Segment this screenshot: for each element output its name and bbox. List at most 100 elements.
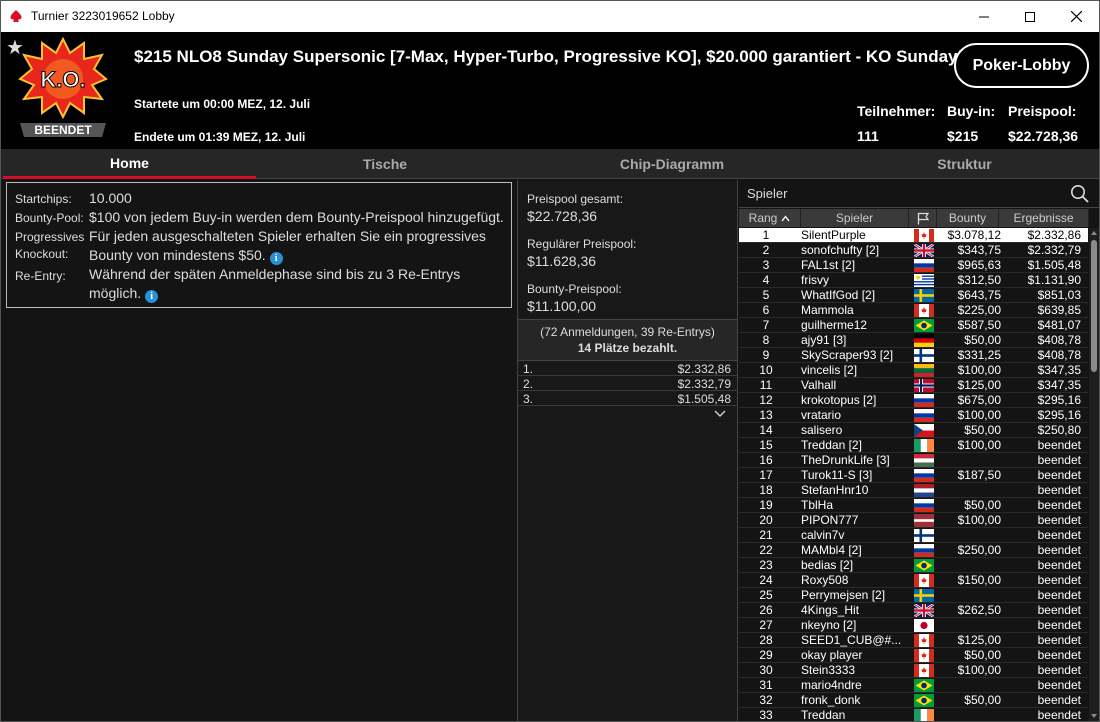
minimize-button[interactable]: [961, 1, 1007, 32]
country-flag-icon: [914, 694, 934, 707]
player-row[interactable]: 17 Turok11-S [3] $187,50 beendet: [739, 468, 1088, 483]
info-icon[interactable]: i: [145, 290, 159, 303]
prize-label-regular: Regulärer Preispool:: [527, 237, 637, 251]
player-result: beendet: [1037, 543, 1081, 557]
scroll-down-arrow-icon[interactable]: [1090, 713, 1098, 719]
player-row[interactable]: 1 SilentPurple $3.078,12 $2.332,86: [739, 228, 1088, 243]
country-flag-icon: [914, 379, 934, 392]
player-row[interactable]: 5 WhatIfGod [2] $643,75 $851,03: [739, 288, 1088, 303]
tab-structure[interactable]: Struktur: [830, 149, 1099, 179]
player-row[interactable]: 29 okay player $50,00 beendet: [739, 648, 1088, 663]
player-row[interactable]: 12 krokotopus [2] $675,00 $295,16: [739, 393, 1088, 408]
player-row[interactable]: 7 guilherme12 $587,50 $481,07: [739, 318, 1088, 333]
player-row[interactable]: 9 SkyScraper93 [2] $331,25 $408,78: [739, 348, 1088, 363]
country-flag-icon: [914, 679, 934, 692]
player-name: guilherme12: [801, 318, 868, 332]
expand-payouts-chevron-icon[interactable]: [712, 409, 728, 419]
search-icon[interactable]: [1070, 184, 1089, 203]
sort-ascending-icon: [781, 214, 790, 221]
player-row[interactable]: 18 StefanHnr10 beendet: [739, 483, 1088, 498]
close-button[interactable]: [1053, 1, 1099, 32]
country-flag-icon: [914, 394, 934, 407]
player-row[interactable]: 15 Treddan [2] $100,00 beendet: [739, 438, 1088, 453]
player-bounty: $965,63: [957, 258, 1001, 272]
player-row[interactable]: 20 PIPON777 $100,00 beendet: [739, 513, 1088, 528]
ko-logo: K.O. BEENDET: [18, 36, 108, 141]
player-bounty: $50,00: [964, 423, 1001, 437]
stat-label-prizepool: Preispool:: [1008, 103, 1077, 119]
player-row[interactable]: 2 sonofchufty [2] $343,75 $2.332,79: [739, 243, 1088, 258]
player-row[interactable]: 16 TheDrunkLife [3] beendet: [739, 453, 1088, 468]
player-result: $2.332,79: [1027, 243, 1081, 257]
player-row[interactable]: 25 Perrymejsen [2] beendet: [739, 588, 1088, 603]
info-value-bounty-pool: $100 von jedem Buy-in werden dem Bounty-…: [89, 209, 504, 225]
player-name: SilentPurple: [801, 228, 866, 242]
player-result: $295,16: [1037, 408, 1081, 422]
player-row[interactable]: 10 vincelis [2] $100,00 $347,35: [739, 363, 1088, 378]
player-result: $1.505,48: [1027, 258, 1081, 272]
player-row[interactable]: 32 fronk_donk $50,00 beendet: [739, 693, 1088, 708]
player-row[interactable]: 33 Treddan beendet: [739, 708, 1088, 721]
player-rank: 1: [762, 228, 770, 242]
player-result: beendet: [1037, 663, 1081, 677]
player-rank: 21: [759, 528, 773, 542]
player-result: beendet: [1037, 483, 1081, 497]
country-flag-icon: [914, 454, 934, 467]
registration-count: (72 Anmeldungen, 39 Re-Entrys): [540, 325, 715, 339]
player-bounty: $50,00: [964, 498, 1001, 512]
player-row[interactable]: 22 MAMbl4 [2] $250,00 beendet: [739, 543, 1088, 558]
info-value-reentry: Während der späten Anmeldephase sind bis…: [89, 265, 507, 303]
player-bounty: $125,00: [957, 633, 1001, 647]
player-result: beendet: [1037, 648, 1081, 662]
player-name: TheDrunkLife [3]: [801, 453, 890, 467]
country-flag-icon: [914, 274, 934, 287]
player-result: $481,07: [1037, 318, 1081, 332]
player-row[interactable]: 24 Roxy508 $150,00 beendet: [739, 573, 1088, 588]
player-result: beendet: [1037, 573, 1081, 587]
player-result: $1.131,90: [1027, 273, 1081, 287]
player-name: Mammola: [801, 303, 854, 317]
country-flag-icon: [914, 634, 934, 647]
player-row[interactable]: 23 bedias [2] beendet: [739, 558, 1088, 573]
poker-lobby-button[interactable]: Poker-Lobby: [954, 43, 1089, 88]
scroll-up-arrow-icon[interactable]: [1090, 230, 1098, 236]
player-row[interactable]: 31 mario4ndre beendet: [739, 678, 1088, 693]
column-header-rank[interactable]: Rang: [739, 209, 801, 227]
lobby-window: Turnier 3223019652 Lobby ★ K.O. BEENDET …: [0, 0, 1100, 722]
column-header-player[interactable]: Spieler: [801, 209, 909, 227]
player-rank: 25: [759, 588, 773, 602]
registration-summary: (72 Anmeldungen, 39 Re-Entrys) 14 Plätze…: [518, 319, 737, 361]
info-value-startchips: 10.000: [89, 190, 132, 206]
player-row[interactable]: 3 FAL1st [2] $965,63 $1.505,48: [739, 258, 1088, 273]
column-header-flag[interactable]: [909, 209, 937, 227]
stat-value-participants: 111: [857, 128, 879, 144]
player-row[interactable]: 30 Stein3333 $100,00 beendet: [739, 663, 1088, 678]
player-search[interactable]: Spieler: [739, 180, 1099, 208]
player-row[interactable]: 27 nkeyno [2] beendet: [739, 618, 1088, 633]
info-icon[interactable]: i: [269, 252, 283, 265]
player-list-scrollbar[interactable]: [1089, 228, 1099, 721]
player-row[interactable]: 26 4Kings_Hit $262,50 beendet: [739, 603, 1088, 618]
player-row[interactable]: 4 frisvy $312,50 $1.131,90: [739, 273, 1088, 288]
player-row[interactable]: 28 SEED1_CUB@#... $125,00 beendet: [739, 633, 1088, 648]
column-header-bounty[interactable]: Bounty: [937, 209, 999, 227]
player-rank: 30: [759, 663, 773, 677]
player-bounty: $100,00: [957, 363, 1001, 377]
player-row[interactable]: 19 TblHa $50,00 beendet: [739, 498, 1088, 513]
maximize-button[interactable]: [1007, 1, 1053, 32]
player-name: vratario: [801, 408, 842, 422]
player-row[interactable]: 8 ajy91 [3] $50,00 $408,78: [739, 333, 1088, 348]
tab-tables[interactable]: Tische: [256, 149, 514, 179]
country-flag-icon: [914, 484, 934, 497]
player-row[interactable]: 21 calvin7v beendet: [739, 528, 1088, 543]
player-row[interactable]: 6 Mammola $225,00 $639,85: [739, 303, 1088, 318]
scrollbar-thumb[interactable]: [1091, 240, 1097, 372]
tab-home[interactable]: Home: [3, 149, 256, 179]
player-row[interactable]: 13 vratario $100,00 $295,16: [739, 408, 1088, 423]
player-bounty: $100,00: [957, 408, 1001, 422]
column-header-results[interactable]: Ergebnisse: [999, 209, 1089, 227]
player-row[interactable]: 14 salisero $50,00 $250,80: [739, 423, 1088, 438]
player-row[interactable]: 11 Valhall $125,00 $347,35: [739, 378, 1088, 393]
tab-chip-chart[interactable]: Chip-Diagramm: [514, 149, 830, 179]
country-flag-icon: [914, 409, 934, 422]
